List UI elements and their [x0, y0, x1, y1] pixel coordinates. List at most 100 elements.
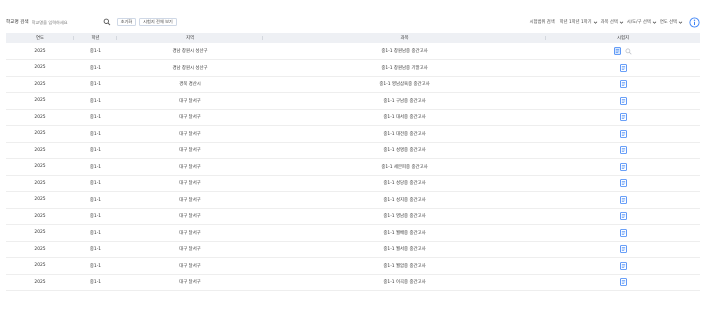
table-row[interactable]: 2025 중1-1 대구 달서구 중1-1 성지중 중간고사 — [6, 192, 700, 209]
region-select-value: 시/도/구 선택 — [626, 20, 651, 25]
document-icon[interactable] — [619, 278, 627, 287]
column-header-subject[interactable]: 과목 — [263, 33, 546, 43]
document-icon[interactable] — [619, 162, 627, 171]
cell-paper — [546, 258, 700, 275]
cell-year: 2025 — [34, 213, 46, 219]
cell-subject: 중1-1 대전중 중간고사 — [383, 131, 426, 137]
table-row[interactable]: 2025 중1-1 대구 달서구 중1-1 이곡중 중간고사 — [6, 274, 700, 291]
table-row[interactable]: 2025 중1-1 대구 달서구 중1-1 대전중 중간고사 — [6, 126, 700, 142]
cell-grade: 중1-1 — [89, 49, 102, 54]
cell-year: 2025 — [34, 81, 46, 87]
cell-subject: 중1-1 영남중 중간고사 — [383, 214, 426, 220]
chevron-down-icon — [619, 20, 624, 25]
table-row[interactable]: 2025 중1-1 경남 창원시 성산구 중1-1 창원남중 기말고사 — [6, 60, 700, 77]
column-header-year[interactable]: 연도 — [6, 33, 74, 43]
cell-subject: 중1-1 창원남중 중간고사 — [381, 49, 428, 54]
cell-paper — [546, 60, 700, 77]
region-select[interactable]: 시/도/구 선택 — [627, 19, 657, 25]
cell-region: 대구 달서구 — [179, 131, 201, 137]
table-row[interactable]: 2025 중1-1 대구 달서구 중1-1 성명중 중간고사 — [6, 142, 700, 159]
document-icon[interactable] — [619, 228, 627, 237]
cell-grade: 중1-1 — [89, 98, 102, 104]
search-input[interactable] — [31, 17, 102, 27]
table-row[interactable]: 2025 중1-1 대구 달서구 중1-1 월암중 중간고사 — [6, 258, 700, 275]
cell-region: 경남 창원시 성산구 — [172, 49, 208, 54]
cell-year: 2025 — [34, 180, 46, 186]
document-icon[interactable] — [619, 195, 627, 204]
table-row[interactable]: 2025 중1-1 대구 달서구 중1-1 성당중 중간고사 — [6, 175, 700, 192]
info-icon[interactable] — [689, 16, 700, 28]
reset-button[interactable]: 초기화 — [116, 18, 137, 26]
cell-region: 대구 달서구 — [179, 230, 201, 236]
cell-region: 대구 달서구 — [179, 164, 201, 170]
cell-region: 대구 달서구 — [179, 98, 201, 104]
year-select[interactable]: 연도 선택 — [660, 19, 683, 25]
cell-year: 2025 — [34, 164, 46, 170]
cell-paper — [546, 175, 700, 192]
cell-grade: 중1-1 — [89, 197, 102, 203]
cell-year: 2025 — [34, 131, 46, 137]
document-icon[interactable] — [619, 261, 627, 270]
cell-paper — [546, 142, 700, 159]
cell-grade: 중1-1 — [89, 181, 102, 187]
exam-range-search[interactable]: 시험범위 검색 — [530, 19, 557, 25]
table-body: 2025 중1-1 경남 창원시 성산구 중1-1 창원남중 중간고사 2025 중1-1… — [6, 43, 700, 291]
column-header-grade[interactable]: 학년 — [74, 33, 117, 43]
cell-paper — [546, 192, 700, 209]
cell-region: 대구 달서구 — [179, 181, 201, 187]
document-icon[interactable] — [619, 245, 627, 254]
document-icon[interactable] — [619, 146, 627, 155]
table-row[interactable]: 2025 중1-1 대구 달서구 중1-1 세븐피중 중간고사 — [6, 159, 700, 175]
cell-region: 경남 창원시 성산구 — [172, 65, 208, 71]
column-header-paper[interactable]: 시험지 — [546, 33, 700, 43]
cell-grade: 중1-1 — [89, 263, 102, 269]
column-header-region[interactable]: 지역 — [117, 33, 263, 43]
zoom-icon[interactable] — [625, 48, 632, 55]
cell-region: 대구 달서구 — [179, 197, 201, 203]
document-icon[interactable] — [619, 80, 627, 89]
grade-select[interactable]: 학년 1학년 1학기 — [560, 19, 598, 25]
table-row[interactable]: 2025 중1-1 대구 달서구 중1-1 월배중 중간고사 — [6, 225, 700, 241]
cell-year: 2025 — [34, 263, 46, 269]
search-bar: 학교명 검색 초기화 시험지 전체 보기 — [6, 16, 180, 28]
document-icon[interactable] — [619, 96, 627, 105]
search-icon[interactable] — [103, 18, 111, 26]
cell-year: 2025 — [34, 246, 46, 252]
table-row[interactable]: 2025 중1-1 대구 달서구 중1-1 구남중 중간고사 — [6, 93, 700, 110]
cell-year: 2025 — [34, 98, 46, 104]
subject-select[interactable]: 과목 선택 — [601, 19, 624, 25]
document-icon[interactable] — [619, 113, 627, 122]
filter-bar: 시험범위 검색 학년 1학년 1학기 과목 선택 시/도/구 선택 연도 선택 — [527, 16, 700, 28]
cell-subject: 중1-1 성당중 중간고사 — [383, 181, 426, 187]
table-row[interactable]: 2025 중1-1 대구 달서구 중1-1 월서중 중간고사 — [6, 241, 700, 258]
document-icon[interactable] — [619, 212, 627, 221]
chevron-down-icon — [678, 20, 683, 25]
cell-region: 경북 경산시 — [179, 82, 201, 88]
cell-paper — [546, 93, 700, 110]
cell-region: 대구 달서구 — [179, 214, 201, 220]
cell-subject: 중1-1 창원남중 기말고사 — [381, 65, 428, 71]
cell-year: 2025 — [34, 197, 46, 203]
cell-subject: 중1-1 월암중 중간고사 — [383, 263, 426, 269]
grade-select-value: 학년 1학년 1학기 — [559, 20, 592, 25]
cell-paper — [546, 43, 700, 60]
table-row[interactable]: 2025 중1-1 대구 달서구 중1-1 영남중 중간고사 — [6, 208, 700, 225]
table-row[interactable]: 2025 중1-1 대구 달서구 중1-1 대서중 중간고사 — [6, 109, 700, 126]
view-all-papers-button[interactable]: 시험지 전체 보기 — [139, 18, 177, 26]
cell-grade: 중1-1 — [89, 148, 102, 154]
cell-year: 2025 — [34, 65, 46, 71]
document-icon[interactable] — [619, 179, 627, 188]
cell-grade: 중1-1 — [89, 247, 102, 253]
document-icon[interactable] — [614, 47, 621, 55]
cell-grade: 중1-1 — [89, 65, 102, 71]
chevron-down-icon — [652, 20, 657, 25]
table-row[interactable]: 2025 중1-1 경북 경산시 중1-1 영남삼육중 중간고사 — [6, 76, 700, 93]
cell-subject: 중1-1 이곡중 중간고사 — [383, 280, 426, 286]
document-icon[interactable] — [619, 63, 627, 72]
cell-region: 대구 달서구 — [179, 247, 201, 253]
table-row[interactable]: 2025 중1-1 경남 창원시 성산구 중1-1 창원남중 중간고사 — [6, 43, 700, 60]
cell-subject: 중1-1 대서중 중간고사 — [383, 115, 426, 121]
search-label: 학교명 검색 — [6, 20, 29, 25]
cell-region: 대구 달서구 — [179, 115, 201, 121]
document-icon[interactable] — [619, 129, 627, 138]
